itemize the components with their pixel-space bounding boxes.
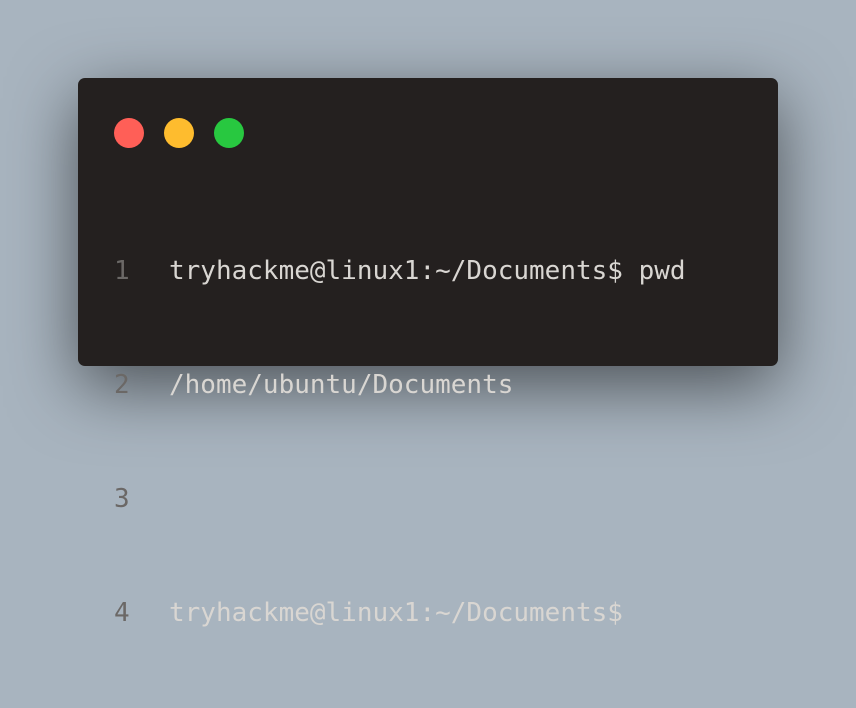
window-controls [114,118,244,148]
zoom-button[interactable] [214,118,244,148]
line-text: tryhackme@linux1:~/Documents$ [169,598,623,628]
terminal-output[interactable]: 1 tryhackme@linux1:~/Documents$ pwd 2 /h… [114,176,686,708]
line-number: 3 [114,484,130,514]
terminal-line: 2 /home/ubuntu/Documents [114,366,686,404]
terminal-line: 4 tryhackme@linux1:~/Documents$ [114,594,686,632]
line-number: 2 [114,370,130,400]
line-text: tryhackme@linux1:~/Documents$ pwd [169,256,686,286]
close-button[interactable] [114,118,144,148]
line-number: 1 [114,256,130,286]
line-text: /home/ubuntu/Documents [169,370,514,400]
terminal-line: 3 [114,480,686,518]
terminal-window: 1 tryhackme@linux1:~/Documents$ pwd 2 /h… [78,78,778,628]
terminal-line: 1 tryhackme@linux1:~/Documents$ pwd [114,252,686,290]
minimize-button[interactable] [164,118,194,148]
line-number: 4 [114,598,130,628]
